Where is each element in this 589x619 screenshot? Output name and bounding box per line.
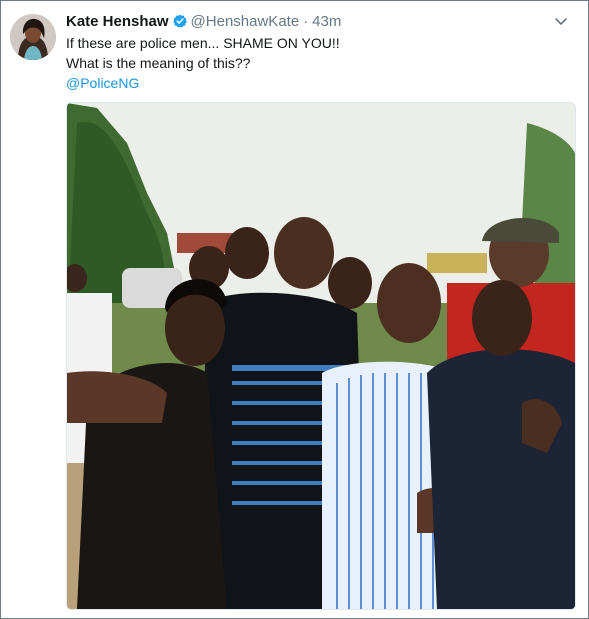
separator-dot: · [303,12,309,30]
group-photo [67,103,575,609]
author-name[interactable]: Kate Henshaw [66,13,169,30]
tweet-text-line: If these are police men... SHAME ON YOU!… [66,35,340,51]
tweet-timestamp[interactable]: 43m [312,13,341,30]
tweet-text-line: What is the meaning of this?? [66,55,251,71]
mention-link[interactable]: @PoliceNG [66,73,566,93]
avatar-photo [10,14,56,60]
author-avatar[interactable] [10,14,56,60]
tweet-header: Kate Henshaw @HenshawKate · 43m [66,11,566,31]
tweet-text: If these are police men... SHAME ON YOU!… [66,33,566,93]
verified-badge-icon [172,14,187,28]
chevron-down-icon[interactable] [554,14,568,28]
author-handle[interactable]: @HenshawKate [191,13,300,30]
tweet-card: Kate Henshaw @HenshawKate · 43m If these… [0,0,589,619]
tweet-photo[interactable] [66,102,576,610]
